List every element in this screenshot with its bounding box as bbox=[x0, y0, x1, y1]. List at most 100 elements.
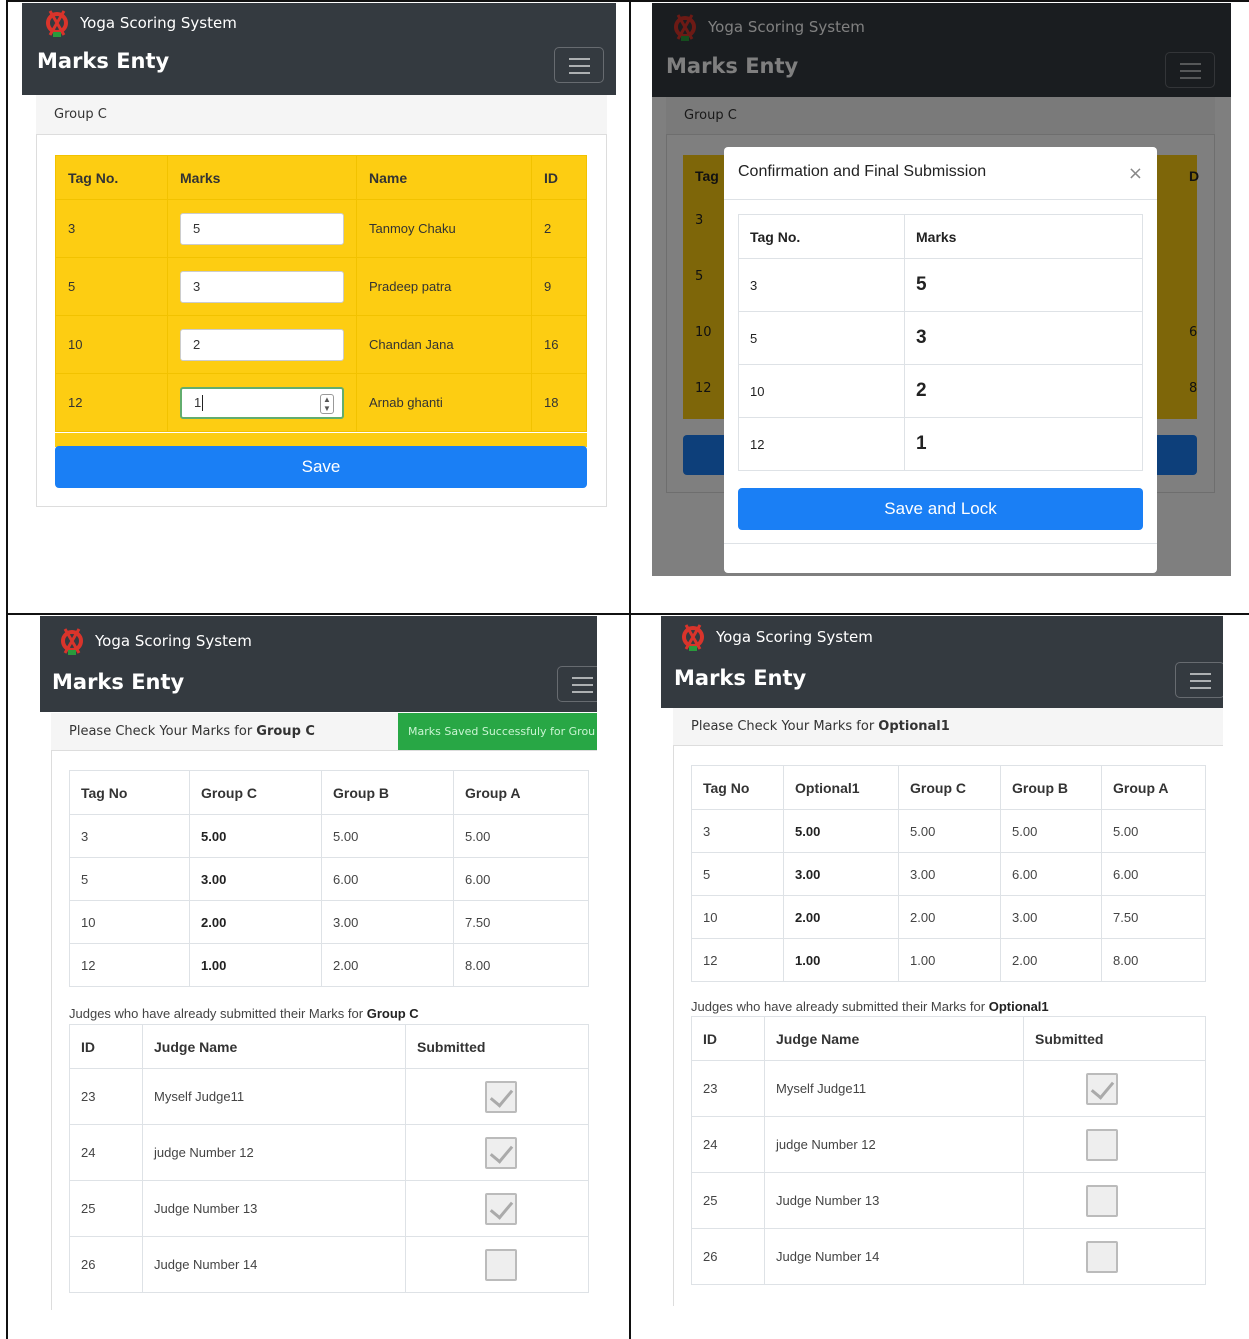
submitted-checkbox[interactable] bbox=[1086, 1128, 1118, 1161]
submitted-cell bbox=[405, 1124, 589, 1181]
cell: 10 bbox=[69, 900, 190, 944]
card-header: Group C bbox=[36, 95, 607, 135]
judge-name: judge Number 12 bbox=[142, 1124, 406, 1181]
marks-cell: 1 bbox=[904, 417, 1143, 471]
submitted-cell bbox=[1023, 1228, 1206, 1285]
submitted-checkbox[interactable] bbox=[485, 1192, 517, 1225]
check-prefix: Please Check Your Marks for bbox=[691, 719, 879, 734]
cell: 10 bbox=[691, 895, 784, 939]
cell: 5 bbox=[69, 857, 190, 901]
navbar: Yoga Scoring System Marks Enty bbox=[22, 3, 616, 95]
table-row: 25 Judge Number 13 bbox=[69, 1180, 589, 1237]
judge-id: 25 bbox=[69, 1180, 143, 1237]
submitted-checkbox[interactable] bbox=[485, 1080, 517, 1113]
close-icon[interactable]: × bbox=[1128, 163, 1143, 184]
menu-toggle-button[interactable] bbox=[557, 666, 597, 702]
marks-cell: 2 bbox=[167, 315, 357, 374]
table-header-row: Tag No Group C Group B Group A bbox=[69, 770, 589, 815]
card-left-border bbox=[51, 751, 52, 1310]
marks-table: Tag No. Marks Name ID 3 5 Tanmoy Chaku 2… bbox=[55, 155, 587, 432]
cell: 3.00 bbox=[1000, 895, 1102, 939]
submitted-checkbox[interactable] bbox=[1086, 1184, 1118, 1217]
page-title: Marks Enty bbox=[37, 49, 170, 73]
id-cell: 2 bbox=[531, 199, 587, 258]
marks-input[interactable]: 3 bbox=[180, 270, 344, 303]
brand[interactable]: Yoga Scoring System bbox=[680, 622, 873, 652]
table-row: 12 1 ▲ ▼ Arnab ghanti 18 bbox=[55, 373, 587, 432]
marks-input-active[interactable]: 1 ▲ ▼ bbox=[180, 386, 344, 419]
logo-icon bbox=[680, 622, 706, 652]
table-row: 12 1.00 2.00 8.00 bbox=[69, 943, 589, 987]
id-cell: 18 bbox=[531, 373, 587, 432]
modal-footer-divider bbox=[724, 543, 1157, 544]
cell: 12 bbox=[69, 943, 190, 987]
menu-toggle-button[interactable] bbox=[554, 47, 604, 83]
cell: 6.00 bbox=[1000, 852, 1102, 896]
logo-icon bbox=[59, 626, 85, 656]
logo-icon bbox=[44, 8, 70, 38]
marks-value: 1 bbox=[194, 395, 202, 410]
judges-caption: Judges who have already submitted their … bbox=[69, 1006, 419, 1021]
cell: 2.00 bbox=[783, 895, 899, 939]
submitted-checkbox[interactable] bbox=[1086, 1240, 1118, 1273]
check-prefix: Please Check Your Marks for bbox=[69, 724, 257, 739]
submitted-cell bbox=[1023, 1060, 1206, 1117]
navbar: Yoga Scoring System Marks Enty bbox=[40, 616, 597, 712]
card-header: Please Check Your Marks for Optional1 bbox=[673, 708, 1223, 746]
table-header-row: Tag No. Marks bbox=[738, 214, 1143, 259]
judge-name: Myself Judge11 bbox=[764, 1060, 1024, 1117]
submitted-checkbox[interactable] bbox=[485, 1248, 517, 1281]
marks-input[interactable]: 2 bbox=[180, 328, 344, 361]
col-group-a: Group A bbox=[1101, 765, 1206, 810]
table-row: 24 judge Number 12 bbox=[691, 1116, 1206, 1173]
col-group-b: Group B bbox=[321, 770, 454, 815]
cell: 3.00 bbox=[321, 900, 454, 944]
marks-input[interactable]: 5 bbox=[180, 212, 344, 245]
table-row: 10 2 Chandan Jana 16 bbox=[55, 315, 587, 374]
col-marks: Marks bbox=[167, 155, 357, 200]
table-row: 25 Judge Number 13 bbox=[691, 1172, 1206, 1229]
col-tag: Tag No. bbox=[738, 214, 905, 259]
brand[interactable]: Yoga Scoring System bbox=[44, 8, 237, 38]
table-row: 26 Judge Number 14 bbox=[69, 1236, 589, 1293]
card-left-border bbox=[673, 746, 674, 1306]
col-id: ID bbox=[531, 155, 587, 200]
submitted-checkbox[interactable] bbox=[485, 1136, 517, 1169]
judge-name: Judge Number 13 bbox=[142, 1180, 406, 1237]
panel-marks-entry: Yoga Scoring System Marks Enty Group C T… bbox=[22, 3, 616, 603]
cell: 5.00 bbox=[1101, 809, 1206, 853]
judge-id: 24 bbox=[69, 1124, 143, 1181]
cell: 5 bbox=[691, 852, 784, 896]
judge-id: 23 bbox=[691, 1060, 765, 1117]
marks-cell: 3 bbox=[167, 257, 357, 316]
menu-toggle-button[interactable] bbox=[1175, 662, 1223, 698]
cell: 8.00 bbox=[1101, 938, 1206, 982]
confirmation-modal: Confirmation and Final Submission × Tag … bbox=[724, 147, 1157, 573]
col-tag: Tag No bbox=[691, 765, 784, 810]
cell: 3 bbox=[69, 814, 190, 858]
cell: 3.00 bbox=[898, 852, 1001, 896]
save-and-lock-button[interactable]: Save and Lock bbox=[738, 488, 1143, 530]
judge-name: Judge Number 14 bbox=[142, 1236, 406, 1293]
submitted-checkbox[interactable] bbox=[1086, 1072, 1118, 1105]
col-name: Name bbox=[356, 155, 532, 200]
table-row: 3 5.00 5.00 5.00 5.00 bbox=[691, 809, 1206, 853]
cell: 5.00 bbox=[453, 814, 589, 858]
number-spinner-icon[interactable]: ▲ ▼ bbox=[320, 393, 334, 414]
frame-vertical-divider bbox=[629, 0, 631, 1339]
table-header-row: Tag No Optional1 Group C Group B Group A bbox=[691, 765, 1206, 810]
judge-name: judge Number 12 bbox=[764, 1116, 1024, 1173]
col-tag: Tag No bbox=[69, 770, 190, 815]
brand-text: Yoga Scoring System bbox=[716, 628, 873, 646]
table-row: 23 Myself Judge11 bbox=[69, 1068, 589, 1125]
brand-text: Yoga Scoring System bbox=[80, 14, 237, 32]
panel-check-marks-optional1: Yoga Scoring System Marks Enty Please Ch… bbox=[661, 616, 1223, 1310]
save-button[interactable]: Save bbox=[55, 446, 587, 488]
group-marks-table: Tag No Optional1 Group C Group B Group A… bbox=[691, 765, 1206, 982]
judge-id: 26 bbox=[691, 1228, 765, 1285]
tag-cell: 10 bbox=[738, 364, 905, 418]
brand[interactable]: Yoga Scoring System bbox=[59, 626, 252, 656]
table-header-row: ID Judge Name Submitted bbox=[69, 1024, 589, 1069]
judges-caption: Judges who have already submitted their … bbox=[691, 999, 1049, 1014]
panel-check-marks-group-c: Yoga Scoring System Marks Enty Please Ch… bbox=[40, 616, 597, 1310]
